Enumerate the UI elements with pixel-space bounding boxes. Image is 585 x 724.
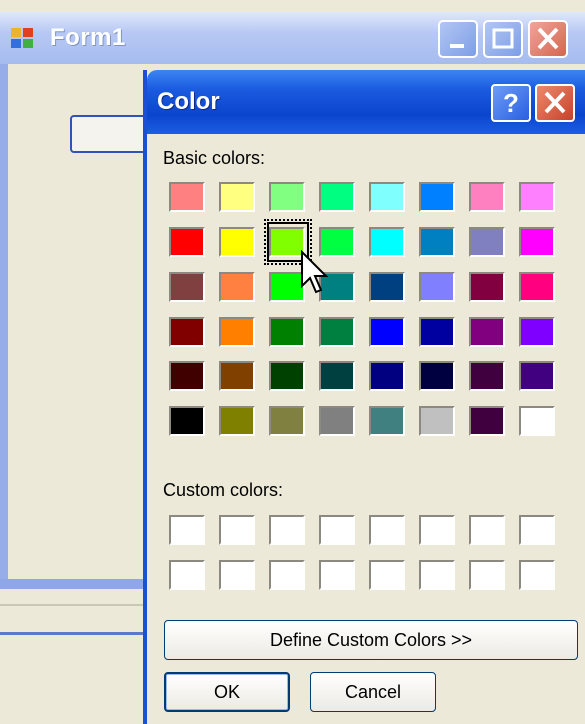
custom-color-swatch[interactable]	[369, 515, 405, 545]
basic-color-swatch[interactable]	[269, 406, 305, 436]
basic-color-swatch[interactable]	[169, 182, 205, 212]
basic-color-swatch[interactable]	[419, 227, 455, 257]
basic-color-swatch[interactable]	[369, 317, 405, 347]
basic-color-swatch[interactable]	[219, 227, 255, 257]
basic-color-swatch[interactable]	[269, 361, 305, 391]
custom-color-swatch[interactable]	[219, 515, 255, 545]
basic-color-swatch[interactable]	[369, 182, 405, 212]
define-custom-colors-button[interactable]: Define Custom Colors >>	[164, 620, 578, 660]
help-button[interactable]: ?	[491, 84, 531, 122]
basic-color-swatch[interactable]	[519, 272, 555, 302]
basic-color-swatch[interactable]	[369, 227, 405, 257]
form1-bottom-border	[0, 579, 150, 589]
basic-color-swatch[interactable]	[169, 317, 205, 347]
basic-color-swatch[interactable]	[319, 182, 355, 212]
basic-color-swatch[interactable]	[269, 317, 305, 347]
basic-color-swatch[interactable]	[319, 406, 355, 436]
form1-close-button[interactable]	[528, 20, 568, 58]
basic-color-swatch[interactable]	[519, 317, 555, 347]
basic-color-swatch[interactable]	[369, 272, 405, 302]
form1-title: Form1	[50, 24, 126, 51]
divider	[0, 604, 150, 606]
dialog-title: Color	[157, 88, 220, 115]
basic-color-swatch[interactable]	[219, 406, 255, 436]
maximize-icon	[492, 28, 514, 49]
form-app-icon	[11, 28, 33, 48]
color-dialog: Color ? Basic colors: Custom colors: Def…	[143, 70, 585, 724]
custom-color-swatch[interactable]	[519, 560, 555, 590]
custom-color-swatch[interactable]	[169, 560, 205, 590]
minimize-button[interactable]	[438, 20, 478, 58]
basic-color-swatch[interactable]	[469, 361, 505, 391]
custom-color-swatch[interactable]	[419, 515, 455, 545]
custom-color-swatch[interactable]	[269, 560, 305, 590]
basic-color-swatch[interactable]	[219, 361, 255, 391]
basic-color-swatch[interactable]	[169, 272, 205, 302]
custom-color-swatch[interactable]	[169, 515, 205, 545]
minimize-icon	[450, 44, 464, 48]
basic-color-swatch[interactable]	[419, 361, 455, 391]
custom-colors-label: Custom colors:	[163, 480, 284, 500]
basic-color-swatch[interactable]	[419, 182, 455, 212]
basic-color-swatch[interactable]	[419, 406, 455, 436]
basic-colors-label: Basic colors:	[163, 148, 266, 168]
dialog-close-button[interactable]	[535, 84, 575, 122]
basic-color-swatch[interactable]	[319, 361, 355, 391]
custom-color-swatch[interactable]	[469, 560, 505, 590]
basic-color-swatch[interactable]	[369, 361, 405, 391]
basic-color-swatch[interactable]	[219, 182, 255, 212]
basic-color-swatch[interactable]	[469, 317, 505, 347]
custom-color-swatch[interactable]	[319, 515, 355, 545]
basic-color-swatch[interactable]	[419, 317, 455, 347]
form1-border	[0, 64, 8, 589]
basic-color-swatch[interactable]	[519, 406, 555, 436]
custom-color-swatch[interactable]	[419, 560, 455, 590]
custom-color-swatch[interactable]	[319, 560, 355, 590]
basic-color-swatch[interactable]	[519, 227, 555, 257]
basic-color-swatch[interactable]	[469, 182, 505, 212]
close-icon	[537, 27, 559, 50]
custom-color-swatch[interactable]	[269, 515, 305, 545]
divider	[0, 632, 150, 635]
basic-color-swatch[interactable]	[369, 406, 405, 436]
custom-color-swatch[interactable]	[219, 560, 255, 590]
basic-color-swatch[interactable]	[469, 227, 505, 257]
ok-button[interactable]: OK	[164, 672, 290, 712]
maximize-button[interactable]	[483, 20, 523, 58]
custom-color-swatch[interactable]	[519, 515, 555, 545]
basic-color-swatch[interactable]	[169, 227, 205, 257]
basic-color-swatch[interactable]	[469, 272, 505, 302]
basic-color-swatch[interactable]	[319, 317, 355, 347]
custom-color-swatch[interactable]	[369, 560, 405, 590]
mouse-cursor-icon	[301, 250, 329, 294]
basic-color-swatch[interactable]	[219, 272, 255, 302]
basic-color-swatch[interactable]	[169, 406, 205, 436]
basic-color-swatch[interactable]	[419, 272, 455, 302]
basic-color-swatch[interactable]	[519, 182, 555, 212]
basic-color-swatch[interactable]	[219, 317, 255, 347]
basic-color-swatch[interactable]	[469, 406, 505, 436]
cancel-button[interactable]: Cancel	[310, 672, 436, 712]
close-icon	[544, 91, 566, 114]
basic-color-swatch[interactable]	[169, 361, 205, 391]
basic-color-swatch[interactable]	[519, 361, 555, 391]
custom-color-swatch[interactable]	[469, 515, 505, 545]
basic-color-swatch[interactable]	[269, 182, 305, 212]
